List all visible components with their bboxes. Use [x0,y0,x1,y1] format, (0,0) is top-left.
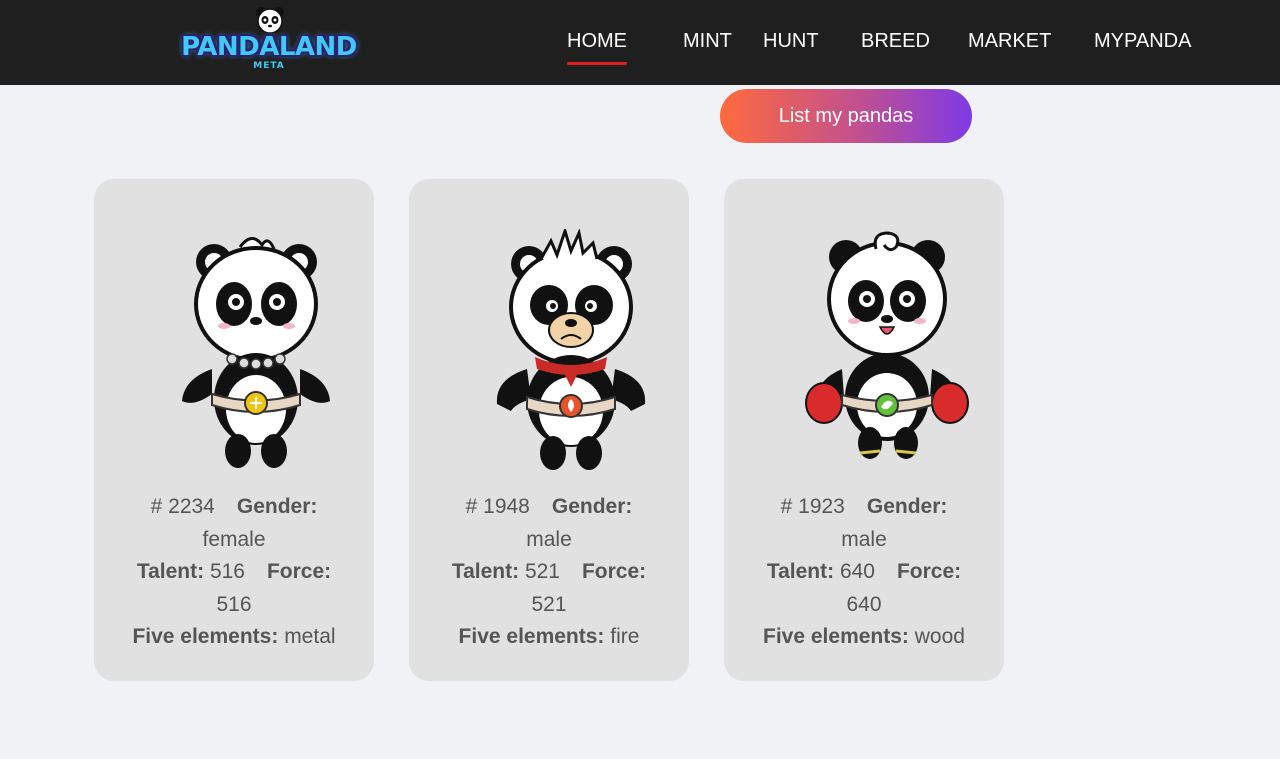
brand-name: PANDALAND [181,32,357,62]
panda-stats: # 1948 Gender: male Talent: 521 Force: 521… [409,491,689,654]
element-value: wood [914,625,965,648]
nav-home[interactable]: HOME [567,30,627,65]
nav-breed[interactable]: BREED [861,30,930,53]
talent-value: 521 [524,560,560,583]
panda-stats: # 2234 Gender: female Talent: 516 Force: 5… [94,491,374,654]
panda-metal-image [182,237,330,468]
nav-hunt[interactable]: HUNT [763,30,819,53]
panda-id: # 2234 [150,495,215,518]
panda-card[interactable]: # 2234 Gender: female Talent: 516 Force: 5… [94,179,374,681]
gender-label: Gender: [866,495,948,518]
element-value: metal [284,625,336,648]
force-value: 640 [846,592,882,616]
force-label: Force: [266,560,332,583]
panda-logo-icon [256,7,284,34]
list-my-pandas-button[interactable]: List my pandas [720,89,972,143]
panda-id: # 1948 [465,495,530,518]
talent-value: 516 [209,560,245,583]
panda-id: # 1923 [780,495,845,518]
element-value: fire [610,625,640,648]
gender-label: Gender: [236,495,318,518]
gender-value: female [202,527,266,551]
gender-label: Gender: [551,495,633,518]
nav-mypanda[interactable]: MYPANDA [1094,30,1191,53]
force-label: Force: [581,560,647,583]
talent-label: Talent: [451,560,520,583]
gender-value: male [526,527,572,551]
panda-card[interactable]: # 1948 Gender: male Talent: 521 Force: 521… [409,179,689,681]
panda-card[interactable]: # 1923 Gender: male Talent: 640 Force: 640… [724,179,1004,681]
five-elements-label: Five elements: [132,625,279,648]
force-value: 521 [531,592,567,616]
top-navbar: PANDALAND META HOME MINT HUNT BREED MARK… [0,0,1280,85]
talent-label: Talent: [136,560,205,583]
panda-fire-image [496,229,646,470]
force-label: Force: [896,560,962,583]
panda-stats: # 1923 Gender: male Talent: 640 Force: 640… [724,491,1004,654]
five-elements-label: Five elements: [763,625,909,648]
talent-value: 640 [839,560,875,583]
force-value: 516 [216,592,252,616]
talent-label: Talent: [766,560,835,583]
nav-mint[interactable]: MINT [683,30,732,53]
five-elements-label: Five elements: [458,625,605,648]
brand-subtitle: META [253,61,285,71]
gender-value: male [841,527,887,551]
nav-market[interactable]: MARKET [968,30,1051,53]
panda-wood-image [805,231,969,459]
pandaland-logo[interactable]: PANDALAND META [178,6,360,74]
